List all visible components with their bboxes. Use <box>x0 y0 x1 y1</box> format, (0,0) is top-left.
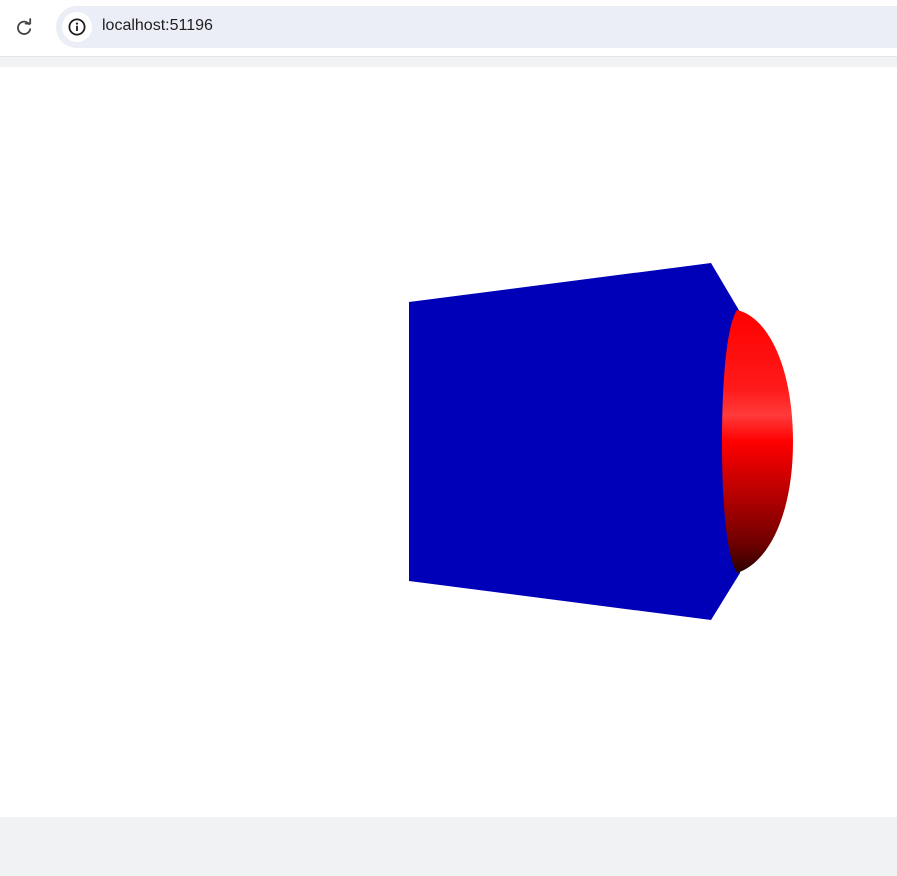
browser-toolbar: localhost:51196 <box>0 0 897 57</box>
render-viewport[interactable] <box>0 67 897 817</box>
page-top-strip <box>0 57 897 67</box>
page-bottom-area <box>0 817 897 876</box>
reload-icon <box>17 18 32 35</box>
info-icon <box>68 18 86 36</box>
address-bar[interactable]: localhost:51196 <box>56 6 897 48</box>
frustum-shape <box>409 263 740 620</box>
scene-canvas <box>409 263 793 620</box>
url-text: localhost:51196 <box>102 17 213 34</box>
dome-shape <box>722 310 793 573</box>
site-info-button[interactable] <box>62 12 92 42</box>
reload-button[interactable] <box>10 14 38 42</box>
